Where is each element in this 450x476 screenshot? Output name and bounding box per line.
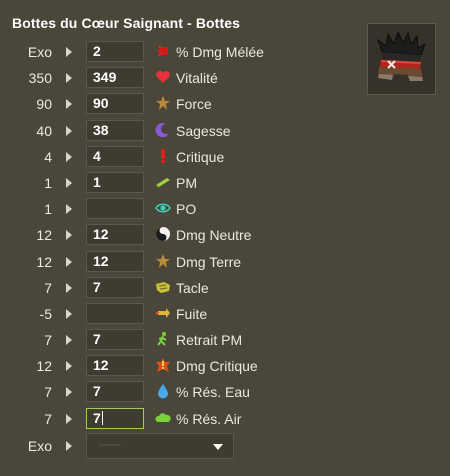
water-resistance-icon (158, 384, 168, 399)
apply-arrow-icon[interactable] (66, 230, 72, 241)
stat-label: Dmg Terre (176, 253, 242, 270)
melee-damage-icon (157, 45, 168, 57)
stat-row: Exo 2 % Dmg Mélée (0, 39, 450, 65)
stat-input[interactable]: 38 (86, 119, 144, 141)
base-value: Exo (27, 44, 52, 60)
base-value: 1 (44, 201, 52, 218)
apply-arrow-icon[interactable] (66, 387, 72, 398)
base-value: 1 (44, 174, 52, 191)
stat-input[interactable]: 90 (86, 93, 144, 115)
apply-arrow-icon[interactable] (66, 308, 72, 319)
apply-arrow-icon[interactable] (66, 256, 72, 267)
stat-input[interactable]: 12 (86, 250, 144, 272)
base-value: 12 (36, 253, 52, 270)
stat-row: 7 7 Tacle (0, 275, 450, 301)
stat-row: 12 12 Dmg Neutre (0, 222, 450, 248)
base-value: -5 (39, 305, 52, 322)
critical-damage-icon (156, 358, 170, 373)
stat-input[interactable]: 12 (86, 224, 144, 246)
stat-label: Retrait PM (176, 332, 243, 349)
base-value: 7 (44, 332, 52, 349)
exo-select[interactable]: ------ (86, 433, 234, 459)
apply-arrow-icon[interactable] (66, 282, 72, 293)
base-value: 7 (44, 279, 52, 296)
base-value: 4 (44, 148, 52, 165)
stat-input-focused[interactable]: 7 (86, 407, 144, 429)
apply-arrow-icon[interactable] (66, 47, 72, 57)
stat-row: 12 12 Dmg Critique (0, 353, 450, 379)
stat-input[interactable] (86, 302, 144, 324)
stat-input[interactable]: 1 (86, 171, 144, 193)
wisdom-icon (155, 122, 169, 137)
stat-label: Fuite (176, 305, 208, 322)
stat-row: 40 38 Sagesse (0, 118, 450, 144)
stat-row: 12 12 Dmg Terre (0, 249, 450, 275)
stat-row: 90 90 Force (0, 91, 450, 117)
base-value: 40 (36, 122, 52, 139)
neutral-damage-icon (156, 227, 170, 242)
earth-damage-icon (156, 253, 170, 268)
air-resistance-icon (155, 412, 171, 422)
stat-label: % Rés. Air (176, 410, 242, 427)
apply-arrow-icon[interactable] (66, 125, 72, 136)
stat-label: Dmg Critique (176, 358, 258, 375)
apply-arrow-icon[interactable] (66, 73, 72, 84)
exo-label: Exo (27, 438, 52, 454)
stat-label: PM (176, 174, 197, 191)
apply-arrow-icon[interactable] (66, 204, 72, 215)
stat-label: PO (176, 201, 197, 218)
item-title: Bottes du Cœur Saignant - Bottes (12, 15, 240, 31)
base-value: 7 (44, 384, 52, 401)
apply-arrow-icon[interactable] (66, 151, 72, 162)
stat-row: 1 PO (0, 196, 450, 222)
exo-select-placeholder: ------ (99, 439, 121, 451)
stat-label: Dmg Neutre (176, 227, 252, 244)
apply-arrow-icon[interactable] (66, 441, 72, 451)
stat-input[interactable]: 2 (86, 41, 144, 62)
stat-label: % Rés. Eau (176, 384, 250, 401)
stat-input[interactable]: 12 (86, 355, 144, 377)
exo-row: Exo ------ (0, 432, 450, 460)
apply-arrow-icon[interactable] (66, 361, 72, 372)
dodge-icon (156, 307, 170, 318)
critical-icon (161, 148, 165, 163)
base-value: 7 (44, 410, 52, 427)
stat-rows: Exo 2 % Dmg Mélée 350 349 Vitalité 90 90 (0, 39, 450, 432)
stat-row: 350 349 Vitalité (0, 65, 450, 91)
stat-row: 7 7 % Rés. Eau (0, 379, 450, 405)
stat-row: 7 7 Retrait PM (0, 327, 450, 353)
chevron-down-icon (213, 444, 223, 450)
base-value: 350 (28, 70, 52, 87)
base-value: 12 (36, 358, 52, 375)
item-rune-panel: Bottes du Cœur Saignant - Bottes Exo 2 %… (0, 0, 450, 476)
stat-label: Force (176, 96, 212, 113)
range-eye-icon (155, 203, 171, 213)
apply-arrow-icon[interactable] (66, 99, 72, 110)
stat-label: Tacle (176, 279, 209, 296)
apply-arrow-icon[interactable] (66, 177, 72, 188)
stat-input[interactable]: 4 (86, 145, 144, 167)
base-value: 90 (36, 96, 52, 113)
mp-reduction-icon (157, 332, 167, 346)
stat-label: % Dmg Mélée (176, 44, 264, 60)
lock-icon (156, 281, 170, 293)
stat-input[interactable]: 7 (86, 276, 144, 298)
stat-label: Vitalité (176, 70, 218, 87)
stat-label: Sagesse (176, 122, 231, 139)
stat-row: 7 7 % Rés. Air (0, 406, 450, 432)
stat-input[interactable] (86, 198, 144, 220)
movement-point-icon (156, 177, 170, 188)
stat-row: -5 Fuite (0, 301, 450, 327)
stat-input[interactable]: 7 (86, 329, 144, 351)
apply-arrow-icon[interactable] (66, 413, 72, 424)
stat-input[interactable]: 349 (86, 67, 144, 89)
stat-row: 1 1 PM (0, 170, 450, 196)
heart-icon (156, 71, 170, 84)
stat-input[interactable]: 7 (86, 381, 144, 403)
stat-label: Critique (176, 148, 225, 165)
strength-icon (156, 96, 170, 111)
base-value: 12 (36, 227, 52, 244)
apply-arrow-icon[interactable] (66, 335, 72, 346)
stat-row: 4 4 Critique (0, 144, 450, 170)
